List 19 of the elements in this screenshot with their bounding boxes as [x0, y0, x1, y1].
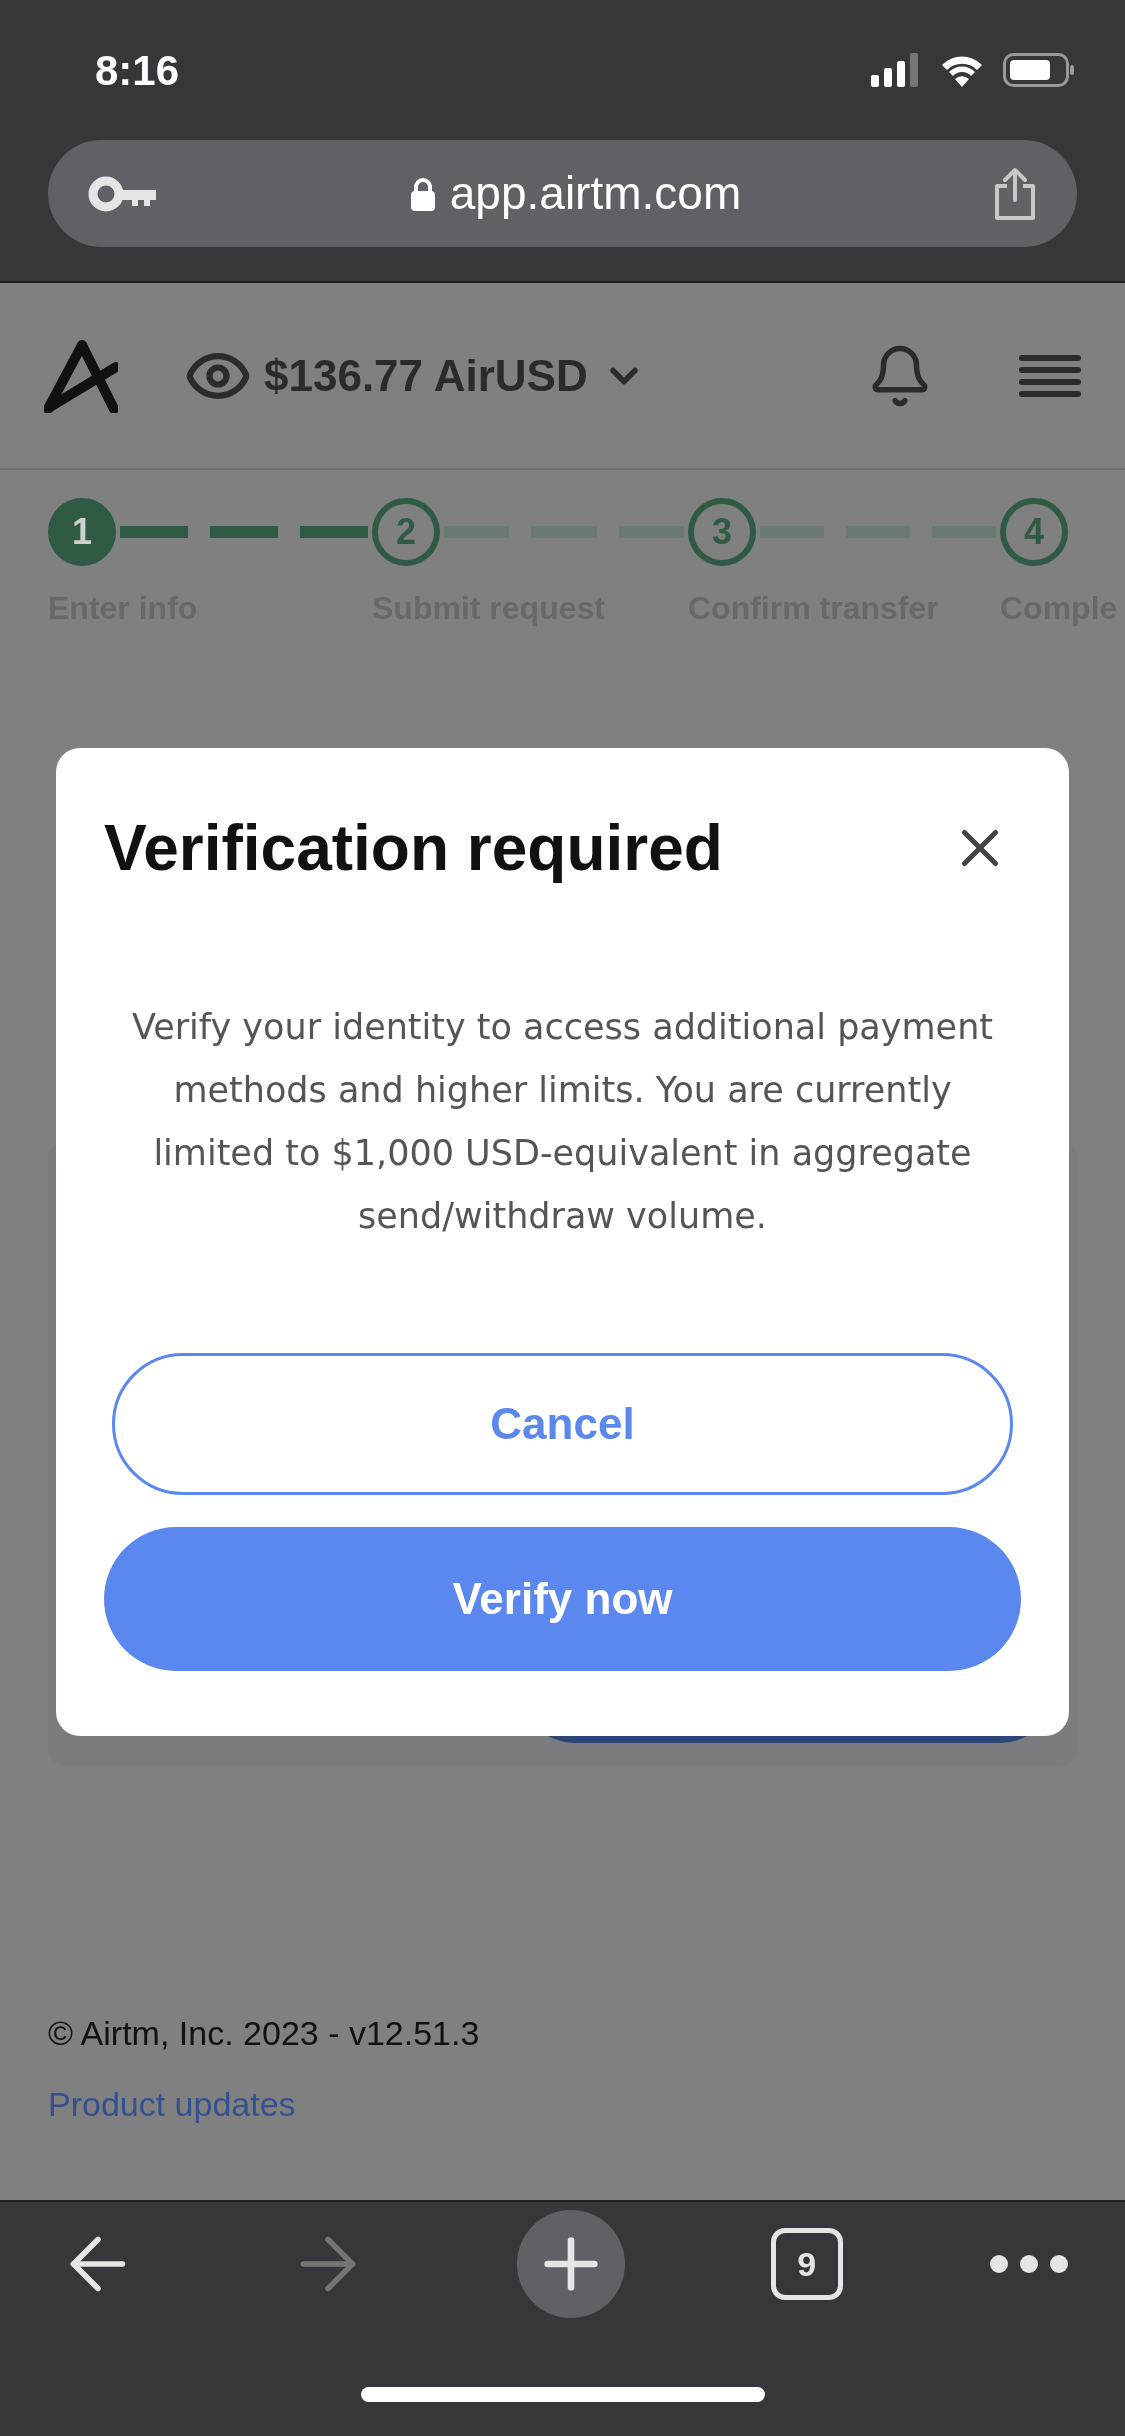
logo-icon[interactable] — [44, 338, 118, 413]
lock-icon — [409, 176, 436, 211]
dialog-message: Verify your identity to access additional payment methods and higher limits. You are currently limited to $1,000 USD-equivalent in aggregate send/withdraw volume. — [130, 1006, 995, 1238]
verify-now-button[interactable]: Verify now — [104, 1527, 1021, 1671]
more-icon[interactable] — [989, 2254, 1069, 2274]
url-text: app.airtm.com — [449, 166, 742, 221]
dialog-title: Verification required — [104, 811, 723, 886]
balance[interactable]: $136.77 AirUSD — [264, 342, 588, 409]
address-bar[interactable]: app.airtm.com — [48, 140, 1077, 247]
product-updates-link[interactable]: Product updates — [48, 2079, 1077, 2130]
menu-icon[interactable] — [1019, 353, 1081, 398]
key-icon[interactable] — [88, 175, 158, 212]
share-icon[interactable] — [993, 165, 1037, 222]
tab-count-button[interactable]: 9 — [770, 2228, 843, 2300]
status-time: 8:16 — [95, 45, 180, 96]
copyright-text: © Airtm, Inc. 2023 - v12.51.3 — [48, 2013, 481, 2054]
cancel-button[interactable]: Cancel — [112, 1353, 1013, 1495]
battery-icon — [1003, 53, 1075, 87]
signal-icon — [871, 53, 921, 87]
